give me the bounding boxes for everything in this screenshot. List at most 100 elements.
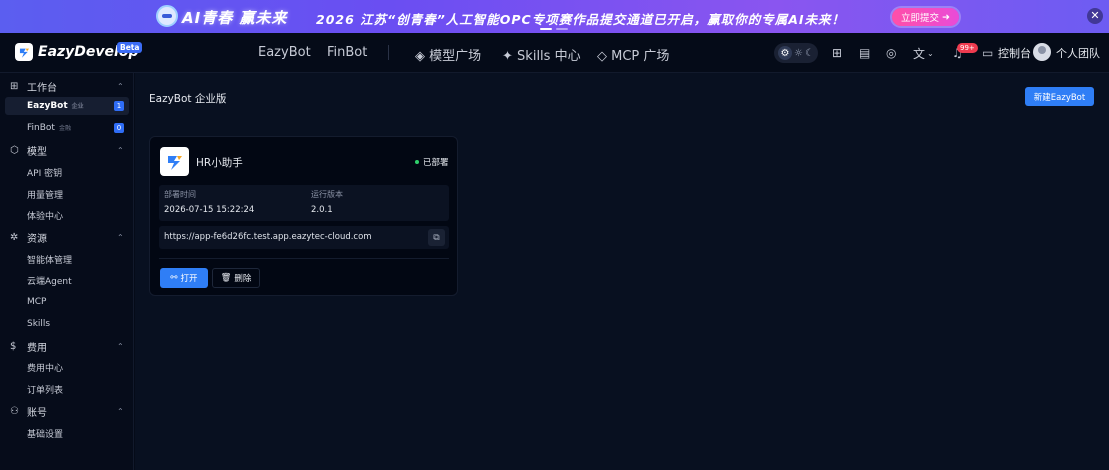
nav-model-plaza[interactable]: ◈ 模型广场 <box>415 45 481 64</box>
sidebar-item-label: 订单列表 <box>27 385 64 396</box>
robot-mascot-icon <box>156 5 178 27</box>
bot-card: HR小助手 已部署 部署时间 2026-07-15 15:22:24 运行版本 … <box>149 136 458 296</box>
sidebar-item-label: Skills <box>27 319 51 329</box>
app-url[interactable]: https://app-fe6d26fc.test.app.eazytec-cl… <box>164 232 372 242</box>
sidebar-item-cloud-agent[interactable]: 云端Agent <box>5 271 129 289</box>
sidebar-group-account[interactable]: ⚇ 账号 ⌃ <box>0 401 134 421</box>
count-badge: 0 <box>114 123 124 133</box>
version-label: 运行版本 <box>311 190 343 199</box>
team-switcher[interactable]: 个人团队 <box>1056 45 1100 61</box>
sidebar-group-billing[interactable]: $ 费用 ⌃ <box>0 336 134 356</box>
bot-name: HR小助手 <box>196 157 243 169</box>
arrow-right-circle-icon: ➜ <box>942 11 950 23</box>
logo-icon[interactable] <box>15 43 33 61</box>
sidebar-item-usage[interactable]: 用量管理 <box>5 185 129 203</box>
sidebar: ⊞ 工作台 ⌃ EazyBot 企业 1 FinBot 金融 0 ⬡ 模型 ⌃ AP… <box>0 73 134 470</box>
chevron-up-icon: ⌃ <box>117 341 124 351</box>
version-value: 2.0.1 <box>311 205 333 215</box>
sidebar-item-label: EazyBot 企业 <box>27 101 84 111</box>
sidebar-item-playground[interactable]: 体验中心 <box>5 206 129 224</box>
sidebar-group-resources[interactable]: ✲ 资源 ⌃ <box>0 227 134 247</box>
nav-finbot[interactable]: FinBot <box>327 45 367 60</box>
gear-icon: ✲ <box>10 231 19 243</box>
sidebar-item-orders[interactable]: 订单列表 <box>5 380 129 398</box>
sun-icon[interactable]: ☼ <box>794 48 803 59</box>
copy-icon[interactable]: ⧉ <box>428 229 445 246</box>
banner-submit-label: 立即提交 <box>901 13 940 24</box>
sidebar-item-label: 智能体管理 <box>27 255 73 266</box>
deploy-time-label: 部署时间 <box>164 190 196 199</box>
nav-skills-center-label: Skills 中心 <box>517 49 581 64</box>
console-link[interactable]: 控制台 <box>998 45 1031 61</box>
avatar[interactable] <box>1033 43 1051 61</box>
sidebar-item-api-keys[interactable]: API 密钥 <box>5 163 129 181</box>
sidebar-item-tag: 金融 <box>58 125 71 132</box>
diamond-outline-icon: ◇ <box>597 49 607 64</box>
divider <box>159 258 449 259</box>
open-button-label: 打开 <box>180 274 198 284</box>
nav-skills-center[interactable]: ✦ Skills 中心 <box>502 45 581 64</box>
promo-banner[interactable]: AI青春 赢未来 2026 江苏“创青春”人工智能OPC专项赛作品提交通道已开启… <box>0 0 1109 33</box>
sidebar-item-finbot[interactable]: FinBot 金融 0 <box>5 119 129 137</box>
nav-divider <box>388 45 389 60</box>
count-badge: 1 <box>114 101 124 111</box>
status-badge: 已部署 <box>415 156 449 168</box>
dollar-icon: $ <box>10 340 17 352</box>
apps-icon[interactable]: ⊞ <box>832 43 842 63</box>
nav-model-plaza-label: 模型广场 <box>429 49 482 64</box>
banner-headline: 2026 江苏“创青春”人工智能OPC专项赛作品提交通道已开启，赢取你的专属AI… <box>316 12 846 27</box>
sidebar-item-label: FinBot 金融 <box>27 123 71 133</box>
banner-brand: AI青春 赢未来 <box>182 9 288 27</box>
sidebar-item-skills[interactable]: Skills <box>5 315 129 333</box>
sidebar-item-label: 体验中心 <box>27 211 64 222</box>
sidebar-item-billing-center[interactable]: 费用中心 <box>5 358 129 376</box>
sidebar-item-label: 用量管理 <box>27 190 64 201</box>
theme-toggle[interactable]: ⚙ ☼ ☾ <box>774 43 818 63</box>
monitor-icon[interactable]: ▭ <box>982 43 993 63</box>
close-icon[interactable]: ✕ <box>1087 8 1103 24</box>
sidebar-group-label: 工作台 <box>27 82 57 94</box>
translate-icon[interactable]: 文 ⌄ <box>913 43 934 63</box>
chevron-up-icon: ⌃ <box>117 81 124 91</box>
notification-badge: 99+ <box>957 43 978 53</box>
system-theme-icon[interactable]: ⚙ <box>778 46 792 60</box>
document-icon[interactable]: ▤ <box>859 43 870 63</box>
status-label: 已部署 <box>423 158 449 168</box>
banner-submit-button[interactable]: 立即提交 ➜ <box>892 8 959 26</box>
sidebar-group-label: 账号 <box>27 407 47 419</box>
translate-glyph: 文 <box>913 46 926 61</box>
planet-icon[interactable]: ◎ <box>886 43 896 63</box>
sidebar-item-eazybot[interactable]: EazyBot 企业 1 <box>5 97 129 115</box>
sidebar-group-label: 费用 <box>27 342 47 354</box>
sidebar-item-label: 费用中心 <box>27 363 64 374</box>
chevron-up-icon: ⌃ <box>117 145 124 155</box>
user-icon: ⚇ <box>10 405 19 417</box>
chevron-up-icon: ⌃ <box>117 406 124 416</box>
carousel-dot[interactable] <box>556 28 568 30</box>
sidebar-item-basic-settings[interactable]: 基础设置 <box>5 424 129 442</box>
sidebar-item-mcp[interactable]: MCP <box>5 293 129 311</box>
carousel-dot[interactable] <box>540 28 552 30</box>
beta-badge: Beta <box>117 42 143 53</box>
grid-icon: ⊞ <box>10 80 19 92</box>
sidebar-group-workbench[interactable]: ⊞ 工作台 ⌃ <box>0 76 134 96</box>
new-eazybot-button[interactable]: 新建EazyBot <box>1025 87 1094 106</box>
top-navigation: EazyDevelop Beta EazyBot FinBot ◈ 模型广场 ✦… <box>0 33 1109 73</box>
status-dot-icon <box>415 160 419 164</box>
sidebar-group-label: 资源 <box>27 233 47 245</box>
open-button[interactable]: ⚯ 打开 <box>160 268 208 288</box>
chevron-up-icon: ⌃ <box>117 232 124 242</box>
app-logo-icon <box>160 147 189 176</box>
sidebar-item-label: 云端Agent <box>27 276 72 287</box>
moon-icon[interactable]: ☾ <box>805 48 814 59</box>
nav-eazybot[interactable]: EazyBot <box>258 45 311 60</box>
sidebar-item-agent-management[interactable]: 智能体管理 <box>5 250 129 268</box>
chevron-down-icon: ⌄ <box>927 48 934 58</box>
delete-button[interactable]: 🗑 删除 <box>212 268 260 288</box>
nav-mcp-plaza[interactable]: ◇ MCP 广场 <box>597 45 669 64</box>
sidebar-item-label: MCP <box>27 297 47 307</box>
banner-carousel-dots[interactable] <box>540 28 568 30</box>
sidebar-item-tag: 企业 <box>71 103 84 110</box>
sidebar-group-model[interactable]: ⬡ 模型 ⌃ <box>0 140 134 160</box>
cube-icon: ⬡ <box>10 144 19 156</box>
